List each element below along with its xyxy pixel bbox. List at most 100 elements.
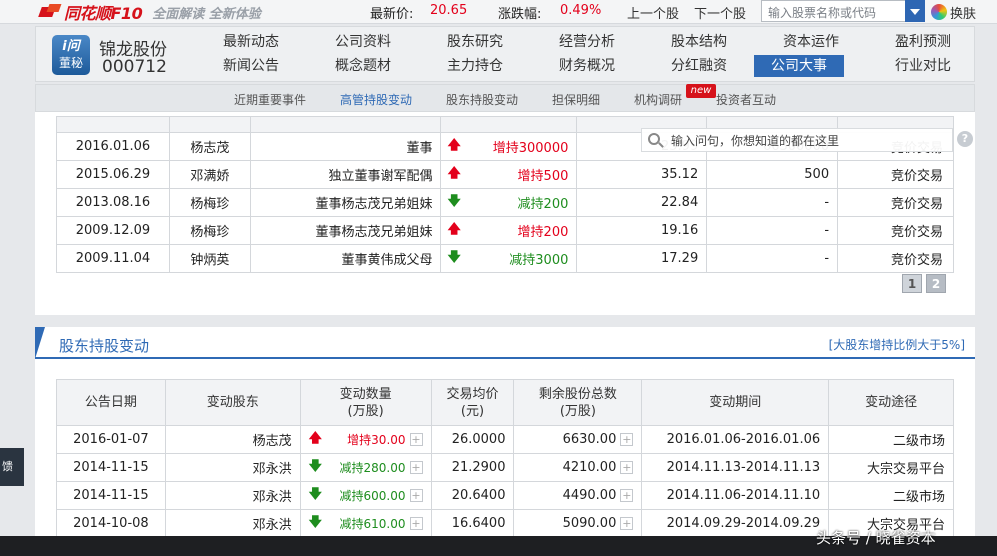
nav-industry-compare[interactable]: 行业对比 bbox=[878, 55, 968, 77]
cell-change: 🡇 减持280.00 + bbox=[299, 453, 432, 482]
page-2-button[interactable]: 2 bbox=[926, 274, 946, 293]
expand-icon[interactable]: + bbox=[409, 489, 423, 502]
cell-date: 2013.08.16 bbox=[56, 188, 170, 217]
ask-secretary-badge[interactable]: i问 董秘 bbox=[52, 35, 90, 75]
change-wrap: 🡅 增持200 bbox=[441, 220, 576, 242]
ask-placeholder: 输入问句，你想知道的都在这里 bbox=[671, 134, 840, 148]
expand-icon[interactable]: + bbox=[620, 517, 634, 530]
cell-name: 杨梅珍 bbox=[168, 188, 251, 217]
change-value: 0.49% bbox=[560, 3, 602, 18]
cell-type: 竞价交易 bbox=[837, 216, 954, 245]
cell-price: 17.29 bbox=[576, 244, 708, 273]
nav-news[interactable]: 新闻公告 bbox=[206, 55, 296, 77]
cell-remaining: 6630.00 + bbox=[513, 425, 643, 454]
page-1-button[interactable]: 1 bbox=[902, 274, 922, 293]
cell-holder[interactable]: 邓永洪 bbox=[164, 453, 301, 482]
prev-stock-link[interactable]: 上一个股 bbox=[627, 3, 679, 22]
arrow-up-icon: 🡅 bbox=[308, 430, 322, 446]
arrow-down-icon: 🡇 bbox=[308, 486, 322, 502]
cell-holder[interactable]: 邓永洪 bbox=[164, 509, 301, 538]
next-stock-link[interactable]: 下一个股 bbox=[694, 3, 746, 22]
cell-date: 2016-01-07 bbox=[56, 425, 166, 454]
subtab-guarantees[interactable]: 担保明细 bbox=[552, 91, 600, 108]
cell-period: 2014.11.06-2014.11.10 bbox=[641, 481, 830, 510]
price-label: 最新价: bbox=[370, 7, 414, 22]
subtab-holder-changes[interactable]: 股东持股变动 bbox=[446, 91, 518, 108]
slogan: 全面解读 全新体验 bbox=[152, 6, 261, 22]
skin-button[interactable]: 换肤 bbox=[950, 3, 976, 22]
section-title: 股东持股变动 bbox=[59, 337, 150, 355]
col-holder: 变动股东 bbox=[164, 379, 301, 426]
expand-icon[interactable]: + bbox=[620, 433, 634, 446]
expand-icon[interactable]: + bbox=[409, 461, 423, 474]
change-label: 涨跌幅: bbox=[498, 7, 542, 22]
cell-date: 2009.12.09 bbox=[56, 216, 170, 245]
cell-change: 🡅 增持500 bbox=[440, 160, 578, 189]
subtab-investor-qa[interactable]: 投资者互动 bbox=[716, 91, 776, 108]
table-row: 2015.06.29 邓满娇 独立董事谢军配偶 🡅 增持500 35.12 500 竞价交易 bbox=[56, 160, 954, 189]
expand-icon[interactable]: + bbox=[620, 461, 634, 474]
major-holder-filter-link[interactable]: [大股东增持比例大于5%] bbox=[829, 336, 965, 353]
palette-icon[interactable] bbox=[931, 4, 947, 20]
expand-icon[interactable]: + bbox=[409, 433, 423, 446]
cell-channel: 大宗交易平台 bbox=[828, 453, 954, 482]
nav-latest[interactable]: 最新动态 bbox=[206, 31, 296, 53]
cell-holder[interactable]: 杨志茂 bbox=[164, 425, 301, 454]
nav-capital-ops[interactable]: 资本运作 bbox=[766, 31, 856, 53]
col-period: 变动期间 bbox=[641, 379, 830, 426]
search-dropdown-button[interactable] bbox=[905, 0, 925, 22]
cell-remaining: 5090.00 + bbox=[513, 509, 643, 538]
cell-relation: 董事 bbox=[249, 132, 442, 161]
expand-icon[interactable]: + bbox=[620, 489, 634, 502]
ask-question-input[interactable]: 输入问句，你想知道的都在这里 bbox=[641, 128, 953, 152]
change-wrap: 🡇 减持280.00 + bbox=[301, 457, 431, 479]
col-remaining: 剩余股份总数 (万股) bbox=[513, 379, 643, 426]
arrow-up-icon: 🡅 bbox=[447, 137, 461, 153]
remaining-value: 6630.00 bbox=[562, 432, 617, 447]
cell-name: 钟炳英 bbox=[168, 244, 251, 273]
cell-type: 竞价交易 bbox=[837, 160, 954, 189]
cell-holder[interactable]: 邓永洪 bbox=[164, 481, 301, 510]
search-icon bbox=[648, 133, 660, 145]
cell-period: 2014.11.13-2014.11.13 bbox=[641, 453, 830, 482]
nav-share-structure[interactable]: 股本结构 bbox=[654, 31, 744, 53]
nav-main-holdings[interactable]: 主力持仓 bbox=[430, 55, 520, 77]
col-remaining-unit: (万股) bbox=[559, 403, 596, 419]
change-value: 减持200 bbox=[517, 197, 569, 212]
subtab-research[interactable]: 机构调研 bbox=[634, 91, 682, 108]
nav-shareholder-research[interactable]: 股东研究 bbox=[430, 31, 520, 53]
arrow-down-icon: 🡇 bbox=[447, 193, 461, 209]
nav-concepts[interactable]: 概念题材 bbox=[318, 55, 408, 77]
table-row: 2014-11-15 邓永洪 🡇 减持600.00 +20.6400 4490.00 +20… bbox=[56, 481, 954, 510]
expand-icon[interactable]: + bbox=[409, 517, 423, 530]
section-corner-decoration bbox=[35, 327, 45, 359]
nav-profit-forecast[interactable]: 盈利预测 bbox=[878, 31, 968, 53]
nav-company-profile[interactable]: 公司资料 bbox=[318, 31, 408, 53]
feedback-side-tab[interactable]: 馈 bbox=[0, 448, 24, 486]
change-wrap: 🡇 减持200 bbox=[441, 192, 576, 214]
change-value: 增持500 bbox=[517, 169, 569, 184]
stock-code: 000712 bbox=[102, 57, 167, 77]
cell-relation: 董事黄伟成父母 bbox=[249, 244, 442, 273]
arrow-down-icon: 🡇 bbox=[308, 458, 322, 474]
cell-date: 2016.01.06 bbox=[56, 132, 170, 161]
subtab-exec-holdings[interactable]: 高管持股变动 bbox=[340, 91, 412, 108]
cell-change: 🡇 减持3000 bbox=[440, 244, 578, 273]
nav-dividend[interactable]: 分红融资 bbox=[654, 55, 744, 77]
change-wrap: 🡇 减持610.00 + bbox=[301, 513, 431, 535]
help-icon[interactable]: ? bbox=[957, 131, 973, 147]
cell-date: 2009.11.04 bbox=[56, 244, 170, 273]
subtab-recent-events[interactable]: 近期重要事件 bbox=[234, 91, 306, 108]
stock-search-input[interactable]: 输入股票名称或代码 bbox=[761, 0, 907, 22]
cell-price: 21.2900 bbox=[430, 453, 515, 482]
arrow-down-icon: 🡇 bbox=[308, 514, 322, 530]
nav-company-events[interactable]: 公司大事 bbox=[754, 55, 844, 77]
cell-name: 杨志茂 bbox=[168, 132, 251, 161]
arrow-up-icon: 🡅 bbox=[447, 165, 461, 181]
cell-type: 竞价交易 bbox=[837, 244, 954, 273]
logo[interactable]: 同花顺F10 全面解读 全新体验 bbox=[40, 1, 261, 23]
nav-financials[interactable]: 财务概况 bbox=[542, 55, 632, 77]
nav-business-analysis[interactable]: 经营分析 bbox=[542, 31, 632, 53]
change-value: 减持3000 bbox=[509, 253, 569, 268]
table-header-row: 公告日期 变动股东 变动数量 (万股) 交易均价 (元) 剩余股份总数 (万股) 变动… bbox=[56, 379, 954, 426]
